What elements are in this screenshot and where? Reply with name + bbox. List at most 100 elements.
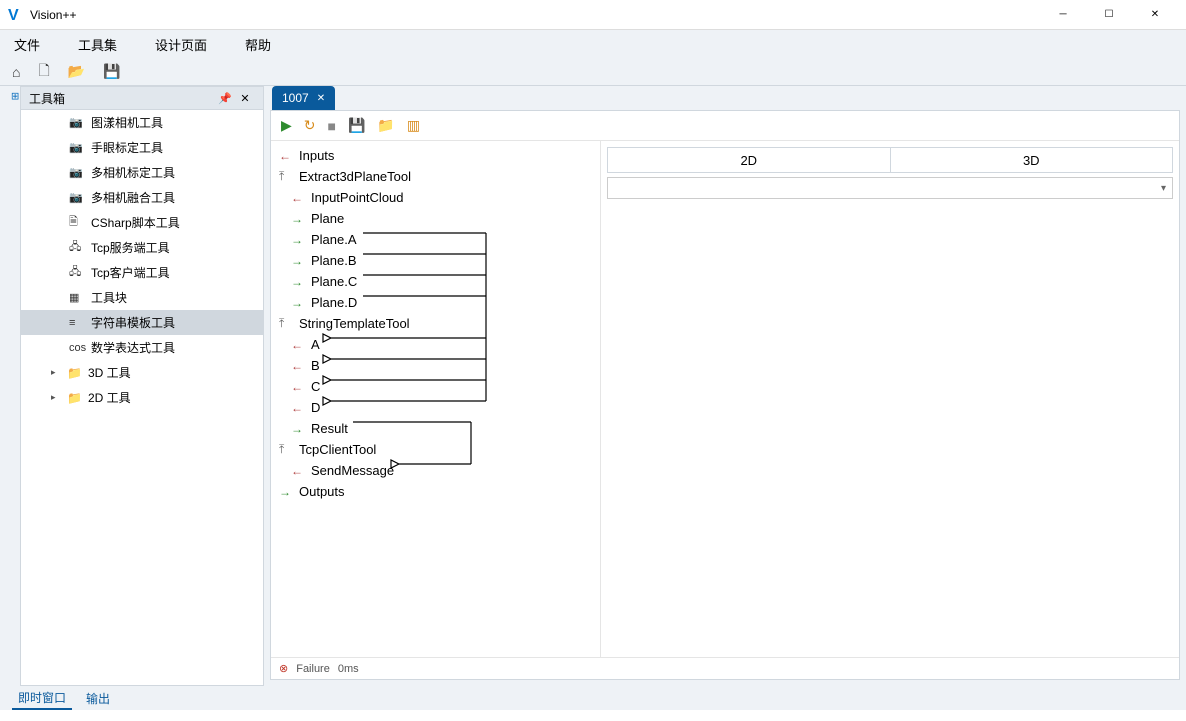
toolbox-list: 📷图漾相机工具📷手眼标定工具📷多相机标定工具📷多相机融合工具🗎CSharp脚本工… (20, 110, 264, 686)
toolbox-folder-0[interactable]: ▸📁3D 工具 (21, 360, 263, 385)
viz-tab-2d[interactable]: 2D (608, 148, 890, 172)
maximize-button[interactable]: ☐ (1086, 0, 1132, 30)
toolbox-item-0[interactable]: 📷 图漾相机工具 (21, 110, 263, 135)
tree-label: Plane.B (311, 253, 357, 268)
menu-toolset[interactable]: 工具集 (74, 33, 121, 56)
tree-row-0[interactable]: ←Inputs (271, 145, 600, 166)
tree-row-7[interactable]: →Plane.D (271, 292, 600, 313)
tree-row-1[interactable]: ⤒Extract3dPlaneTool (271, 166, 600, 187)
net-icon: 🖧 (69, 238, 83, 257)
window-controls: ─ ☐ ✕ (1040, 0, 1178, 30)
pin-icon[interactable]: 📌 (215, 92, 235, 105)
arrow-in-icon: ← (279, 149, 293, 163)
tree-row-16[interactable]: →Outputs (271, 481, 600, 502)
close-button[interactable]: ✕ (1132, 0, 1178, 30)
arrow-out-icon: → (291, 212, 305, 226)
status-text: Failure (296, 663, 330, 675)
document-tab-label: 1007 (282, 91, 309, 105)
tree-row-8[interactable]: ⤒StringTemplateTool (271, 313, 600, 334)
document-split: ←Inputs⤒Extract3dPlaneTool←InputPointClo… (271, 141, 1179, 657)
tree-label: C (311, 379, 320, 394)
tab-immediate-window[interactable]: 即时窗口 (12, 687, 72, 710)
toolbox-item-8[interactable]: ≡字符串模板工具 (21, 310, 263, 335)
document-body: ▶ ↻ ■ 💾 📁 ▥ (270, 110, 1180, 680)
tree-row-10[interactable]: ←B (271, 355, 600, 376)
layout-icon[interactable]: ▥ (407, 117, 420, 134)
tab-close-icon[interactable]: ✕ (317, 93, 325, 104)
tree-row-11[interactable]: ←C (271, 376, 600, 397)
toolbox-folder-label: 3D 工具 (88, 364, 131, 381)
menu-help[interactable]: 帮助 (241, 33, 275, 56)
tree-row-6[interactable]: →Plane.C (271, 271, 600, 292)
open-doc-icon[interactable]: 📁 (377, 117, 394, 134)
toolbox-item-label: Tcp服务端工具 (91, 239, 170, 256)
tree-label: Plane (311, 211, 344, 226)
toolbox-item-3[interactable]: 📷多相机融合工具 (21, 185, 263, 210)
tree-row-12[interactable]: ←D (271, 397, 600, 418)
document-tab[interactable]: 1007 ✕ (272, 86, 335, 110)
tree-row-15[interactable]: ← SendMessage (271, 460, 600, 481)
toolbox-item-label: 工具块 (91, 289, 127, 306)
arrow-out-icon: → (279, 485, 293, 499)
status-strip: ⊗ Failure 0ms (271, 657, 1179, 679)
arrow-in-icon: ← (291, 464, 305, 478)
toolbox-item-label: 多相机标定工具 (91, 164, 175, 181)
toolbox-folder-label: 2D 工具 (88, 389, 131, 406)
close-panel-icon[interactable]: ✕ (235, 92, 255, 105)
toolbox-item-6[interactable]: 🖧Tcp客户端工具 (21, 260, 263, 285)
tree-row-2[interactable]: ←InputPointCloud (271, 187, 600, 208)
save-icon[interactable]: 💾 (103, 63, 120, 80)
workspace: 1007 ✕ ▶ ↻ ■ 💾 📁 ▥ (264, 86, 1186, 686)
camera-icon: 📷 (69, 166, 83, 179)
side-strip[interactable]: ⊞ (0, 86, 20, 686)
save-doc-icon[interactable]: 💾 (348, 117, 365, 134)
tab-output[interactable]: 输出 (80, 688, 116, 709)
viz-dropdown[interactable]: ▾ (607, 177, 1173, 199)
arrow-in-icon: ← (291, 338, 305, 352)
toolbox-item-label: Tcp客户端工具 (91, 264, 170, 281)
toolbox-folder-1[interactable]: ▸📁2D 工具 (21, 385, 263, 410)
new-file-icon[interactable]: 🗋 (38, 60, 49, 84)
arrow-out-icon: → (291, 422, 305, 436)
open-folder-icon[interactable]: 📂 (68, 63, 85, 80)
tree-label: Result (311, 421, 348, 436)
toolbox-item-5[interactable]: 🖧 Tcp服务端工具 (21, 235, 263, 260)
minimize-button[interactable]: ─ (1040, 0, 1086, 30)
toolbox-item-label: 图漾相机工具 (91, 114, 163, 131)
tree-row-4[interactable]: →Plane.A (271, 229, 600, 250)
menu-design[interactable]: 设计页面 (151, 33, 211, 56)
viz-canvas[interactable] (607, 199, 1173, 651)
toolbox-item-4[interactable]: 🗎 CSharp脚本工具 (21, 210, 263, 235)
toolbox-item-2[interactable]: 📷 多相机标定工具 (21, 160, 263, 185)
camera-icon: 📷 (69, 141, 83, 154)
viz-tab-3d[interactable]: 3D (890, 148, 1173, 172)
camera-icon: 📷 (69, 116, 83, 129)
arrow-up-icon: ⤒ (279, 316, 293, 331)
script-icon: 🗎 (69, 213, 83, 232)
tree-row-3[interactable]: → Plane (271, 208, 600, 229)
tree-row-14[interactable]: ⤒TcpClientTool (271, 439, 600, 460)
home-icon[interactable]: ⌂ (12, 64, 20, 80)
toolbox-item-label: CSharp脚本工具 (91, 214, 180, 231)
tree-row-13[interactable]: → Result (271, 418, 600, 439)
document-toolbar: ▶ ↻ ■ 💾 📁 ▥ (271, 111, 1179, 141)
tree-row-5[interactable]: →Plane.B (271, 250, 600, 271)
menu-file[interactable]: 文件 (10, 33, 44, 56)
toolbox-item-1[interactable]: 📷手眼标定工具 (21, 135, 263, 160)
toolbox-panel: 工具箱 📌 ✕ 📷图漾相机工具📷手眼标定工具📷多相机标定工具📷多相机融合工具🗎C… (20, 86, 264, 686)
cos-icon: cos (69, 342, 83, 354)
viz-tabs: 2D 3D (607, 147, 1173, 173)
arrow-in-icon: ← (291, 359, 305, 373)
refresh-icon[interactable]: ↻ (304, 117, 316, 134)
tree-label: Plane.C (311, 274, 357, 289)
run-icon[interactable]: ▶ (281, 117, 292, 134)
tree-row-9[interactable]: ←A (271, 334, 600, 355)
status-time: 0ms (338, 663, 359, 675)
toolbox-item-9[interactable]: cos数学表达式工具 (21, 335, 263, 360)
icon-bar: ⌂ 🗋 📂 💾 (0, 58, 1186, 86)
tree-label: SendMessage (311, 463, 394, 478)
stop-icon[interactable]: ■ (328, 118, 336, 134)
arrow-up-icon: ⤒ (279, 442, 293, 457)
toolbox-item-7[interactable]: ▦工具块 (21, 285, 263, 310)
arrow-out-icon: → (291, 233, 305, 247)
